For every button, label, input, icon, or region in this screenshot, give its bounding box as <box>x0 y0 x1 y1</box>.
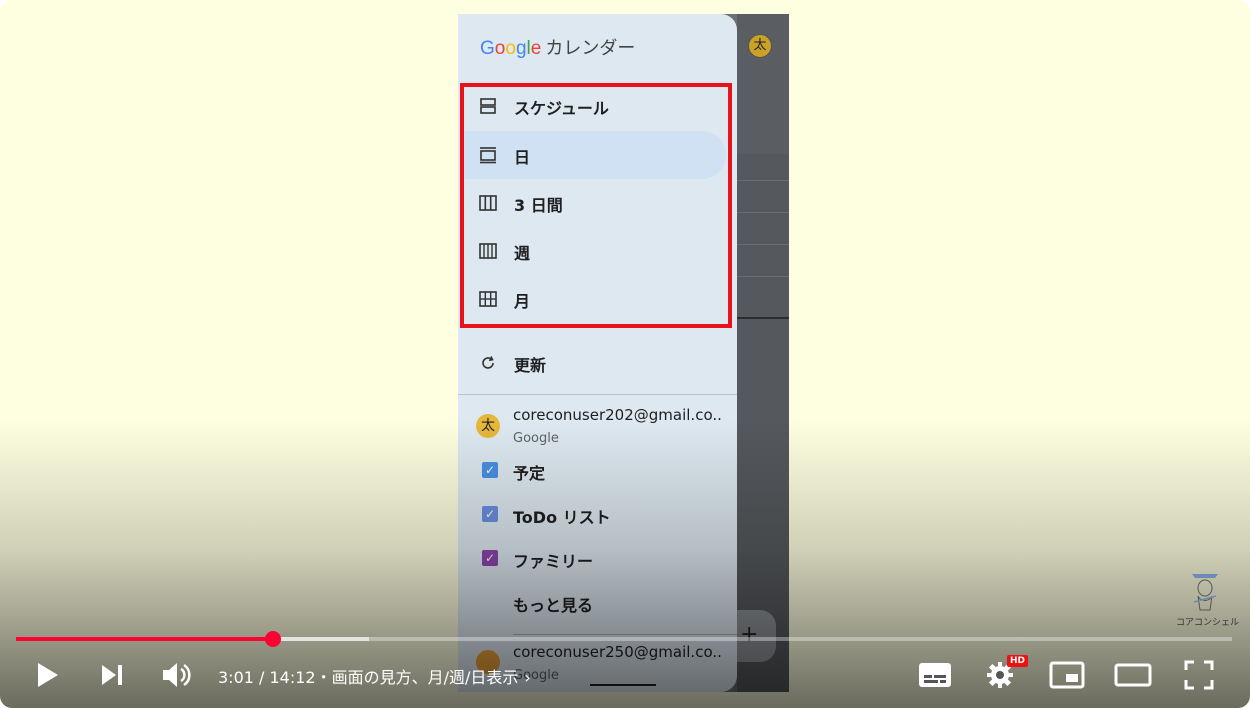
chevron-right-icon: › <box>524 668 531 687</box>
account-avatar: 太 <box>476 414 500 438</box>
volume-icon[interactable] <box>160 660 192 690</box>
next-icon[interactable] <box>100 663 126 687</box>
hd-badge: HD <box>1007 655 1029 667</box>
divider <box>513 634 737 635</box>
subtitles-icon[interactable] <box>918 661 952 689</box>
refresh-icon <box>482 356 494 369</box>
account-provider: Google <box>513 431 559 446</box>
time-display[interactable]: 3:01 / 14:12・画面の見方、月/週/日表示 › <box>218 664 531 688</box>
account-header[interactable]: 太 coreconuser202@gmail.co.. Google <box>458 406 737 454</box>
checkbox-checked-icon[interactable]: ✓ <box>482 462 498 478</box>
show-more-link[interactable]: もっと見る <box>513 592 593 616</box>
highlight-box <box>460 83 732 328</box>
play-icon[interactable] <box>34 661 60 689</box>
current-time-line <box>737 317 789 319</box>
calendar-item-todo[interactable]: ✓ ToDo リスト <box>458 494 737 534</box>
checkbox-checked-icon[interactable]: ✓ <box>482 550 498 566</box>
divider <box>458 394 737 395</box>
calendar-item-family[interactable]: ✓ ファミリー <box>458 538 737 578</box>
progress-played <box>16 637 275 641</box>
fullscreen-icon[interactable] <box>1184 660 1214 690</box>
grid-line <box>737 180 789 181</box>
grid-line <box>737 276 789 277</box>
calendar-label: ToDo リスト <box>513 508 611 527</box>
progress-scrubber[interactable] <box>265 631 281 647</box>
account-email: coreconuser202@gmail.co.. <box>513 406 722 424</box>
calendar-label: 予定 <box>513 464 546 483</box>
grid-line <box>737 212 789 213</box>
account-email[interactable]: coreconuser250@gmail.co.. <box>513 643 722 661</box>
home-indicator <box>590 684 656 686</box>
miniplayer-icon[interactable] <box>1049 660 1085 690</box>
navigation-drawer: Google カレンダー スケジュール 日 3 日間 週 月 更新 太 core… <box>458 14 737 692</box>
watermark-text: コアコンシェル <box>1176 618 1240 628</box>
progress-bar[interactable] <box>16 637 1232 641</box>
calendar-item-yotei[interactable]: ✓ 予定 <box>458 450 737 490</box>
checkbox-checked-icon[interactable]: ✓ <box>482 506 498 522</box>
video-player[interactable]: 太 + Google カレンダー スケジュール 日 3 日間 週 月 更新 太 … <box>0 0 1250 708</box>
refresh-label: 更新 <box>514 356 547 375</box>
time-text: 3:01 / 14:12 <box>218 668 316 687</box>
google-logo-text: Google <box>480 38 542 59</box>
plus-icon: + <box>740 622 759 647</box>
theater-mode-icon[interactable] <box>1114 660 1152 690</box>
app-brand: Google カレンダー <box>480 34 635 60</box>
app-name: カレンダー <box>545 38 636 59</box>
refresh-item[interactable]: 更新 <box>464 339 726 387</box>
chapter-title[interactable]: ・画面の見方、月/週/日表示 <box>316 668 519 687</box>
grid-line <box>737 244 789 245</box>
phone-screen: 太 + Google カレンダー スケジュール 日 3 日間 週 月 更新 太 … <box>458 14 789 692</box>
profile-avatar[interactable]: 太 <box>748 34 772 58</box>
calendar-label: ファミリー <box>513 552 594 571</box>
